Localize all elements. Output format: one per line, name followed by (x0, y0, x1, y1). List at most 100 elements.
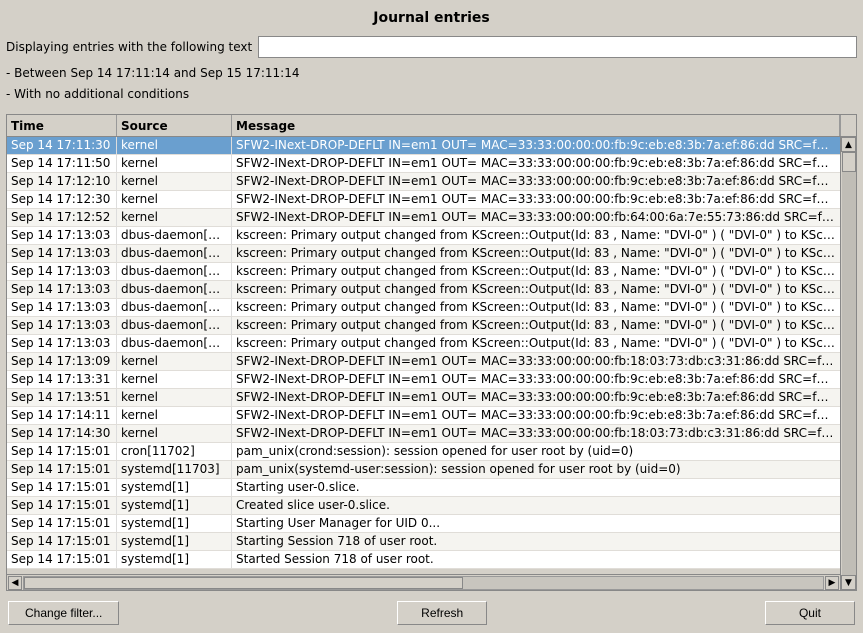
table-body[interactable]: Sep 14 17:11:30kernelSFW2-INext-DROP-DEF… (7, 137, 840, 574)
quit-button[interactable]: Quit (765, 601, 855, 625)
table-header: Time Source Message (7, 115, 856, 137)
table-row[interactable]: Sep 14 17:15:01systemd[1]Starting Sessio… (7, 533, 840, 551)
cell-message: SFW2-INext-DROP-DEFLT IN=em1 OUT= MAC=33… (232, 353, 840, 370)
condition-date: - Between Sep 14 17:11:14 and Sep 15 17:… (6, 64, 857, 83)
footer-bar: Change filter... Refresh Quit (0, 595, 863, 633)
cell-source: systemd[1] (117, 497, 232, 514)
cell-time: Sep 14 17:13:03 (7, 299, 117, 316)
cell-time: Sep 14 17:15:01 (7, 551, 117, 568)
cell-time: Sep 14 17:13:03 (7, 227, 117, 244)
cell-source: cron[11702] (117, 443, 232, 460)
cell-message: SFW2-INext-DROP-DEFLT IN=em1 OUT= MAC=33… (232, 425, 840, 442)
table-row[interactable]: Sep 14 17:13:03dbus-daemon[2149]kscreen:… (7, 299, 840, 317)
cell-message: kscreen: Primary output changed from KSc… (232, 263, 840, 280)
cell-source: dbus-daemon[2149] (117, 263, 232, 280)
table-row[interactable]: Sep 14 17:11:50kernelSFW2-INext-DROP-DEF… (7, 155, 840, 173)
cell-message: SFW2-INext-DROP-DEFLT IN=em1 OUT= MAC=33… (232, 191, 840, 208)
table-row[interactable]: Sep 14 17:13:09kernelSFW2-INext-DROP-DEF… (7, 353, 840, 371)
table-row[interactable]: Sep 14 17:13:03dbus-daemon[2149]kscreen:… (7, 281, 840, 299)
cell-source: kernel (117, 353, 232, 370)
cell-time: Sep 14 17:15:01 (7, 479, 117, 496)
table-row[interactable]: Sep 14 17:13:31kernelSFW2-INext-DROP-DEF… (7, 371, 840, 389)
change-filter-button[interactable]: Change filter... (8, 601, 119, 625)
hscroll-right-button[interactable]: ▶ (825, 576, 839, 590)
table-row[interactable]: Sep 14 17:12:52kernelSFW2-INext-DROP-DEF… (7, 209, 840, 227)
cell-message: Starting Session 718 of user root. (232, 533, 840, 550)
vscroll-header-spacer (840, 115, 856, 136)
table-row[interactable]: Sep 14 17:15:01cron[11702]pam_unix(crond… (7, 443, 840, 461)
table-row[interactable]: Sep 14 17:13:51kernelSFW2-INext-DROP-DEF… (7, 389, 840, 407)
cell-time: Sep 14 17:13:03 (7, 317, 117, 334)
vscroll-up-button[interactable]: ▲ (841, 137, 856, 152)
horizontal-scrollbar[interactable]: ◀ ▶ (7, 574, 840, 590)
cell-time: Sep 14 17:15:01 (7, 515, 117, 532)
conditions-panel: - Between Sep 14 17:11:14 and Sep 15 17:… (0, 62, 863, 108)
cell-message: SFW2-INext-DROP-DEFLT IN=em1 OUT= MAC=33… (232, 137, 840, 154)
cell-source: kernel (117, 389, 232, 406)
cell-message: kscreen: Primary output changed from KSc… (232, 245, 840, 262)
cell-message: SFW2-INext-DROP-DEFLT IN=em1 OUT= MAC=33… (232, 371, 840, 388)
vertical-scrollbar[interactable]: ▲ ▼ (840, 137, 856, 590)
cell-source: dbus-daemon[2149] (117, 317, 232, 334)
cell-source: systemd[1] (117, 533, 232, 550)
cell-time: Sep 14 17:13:03 (7, 335, 117, 352)
page-title: Journal entries (0, 0, 863, 34)
cell-time: Sep 14 17:12:30 (7, 191, 117, 208)
table-row[interactable]: Sep 14 17:14:11kernelSFW2-INext-DROP-DEF… (7, 407, 840, 425)
table-row[interactable]: Sep 14 17:15:01systemd[1]Starting user-0… (7, 479, 840, 497)
vscroll-thumb[interactable] (842, 152, 856, 172)
table-row[interactable]: Sep 14 17:15:01systemd[1]Created slice u… (7, 497, 840, 515)
cell-time: Sep 14 17:13:09 (7, 353, 117, 370)
hscroll-left-button[interactable]: ◀ (8, 576, 22, 590)
cell-message: kscreen: Primary output changed from KSc… (232, 299, 840, 316)
cell-source: kernel (117, 191, 232, 208)
cell-message: Starting user-0.slice. (232, 479, 840, 496)
cell-source: dbus-daemon[2149] (117, 335, 232, 352)
cell-source: dbus-daemon[2149] (117, 299, 232, 316)
col-header-time: Time (7, 115, 117, 136)
table-row[interactable]: Sep 14 17:14:30kernelSFW2-INext-DROP-DEF… (7, 425, 840, 443)
cell-source: kernel (117, 155, 232, 172)
cell-source: kernel (117, 137, 232, 154)
cell-time: Sep 14 17:13:03 (7, 245, 117, 262)
table-row[interactable]: Sep 14 17:12:10kernelSFW2-INext-DROP-DEF… (7, 173, 840, 191)
cell-message: kscreen: Primary output changed from KSc… (232, 335, 840, 352)
cell-source: kernel (117, 173, 232, 190)
cell-message: pam_unix(systemd-user:session): session … (232, 461, 840, 478)
table-row[interactable]: Sep 14 17:13:03dbus-daemon[2149]kscreen:… (7, 317, 840, 335)
cell-source: systemd[1] (117, 479, 232, 496)
table-row[interactable]: Sep 14 17:15:01systemd[1]Started Session… (7, 551, 840, 569)
hscroll-thumb[interactable] (24, 577, 463, 589)
table-row[interactable]: Sep 14 17:15:01systemd[1]Starting User M… (7, 515, 840, 533)
cell-message: kscreen: Primary output changed from KSc… (232, 317, 840, 334)
cell-message: SFW2-INext-DROP-DEFLT IN=em1 OUT= MAC=33… (232, 209, 840, 226)
cell-time: Sep 14 17:12:52 (7, 209, 117, 226)
refresh-button[interactable]: Refresh (397, 601, 487, 625)
cell-message: Started Session 718 of user root. (232, 551, 840, 568)
filter-input[interactable] (258, 36, 857, 58)
cell-source: kernel (117, 209, 232, 226)
cell-source: kernel (117, 425, 232, 442)
filter-label: Displaying entries with the following te… (6, 40, 252, 54)
cell-time: Sep 14 17:15:01 (7, 497, 117, 514)
vscroll-down-button[interactable]: ▼ (841, 575, 856, 590)
cell-time: Sep 14 17:15:01 (7, 533, 117, 550)
table-row[interactable]: Sep 14 17:12:30kernelSFW2-INext-DROP-DEF… (7, 191, 840, 209)
vscroll-track[interactable] (842, 152, 856, 575)
cell-source: systemd[1] (117, 551, 232, 568)
table-row[interactable]: Sep 14 17:11:30kernelSFW2-INext-DROP-DEF… (7, 137, 840, 155)
cell-message: SFW2-INext-DROP-DEFLT IN=em1 OUT= MAC=33… (232, 407, 840, 424)
cell-time: Sep 14 17:14:11 (7, 407, 117, 424)
table-row[interactable]: Sep 14 17:15:01systemd[11703]pam_unix(sy… (7, 461, 840, 479)
table-row[interactable]: Sep 14 17:13:03dbus-daemon[2149]kscreen:… (7, 263, 840, 281)
cell-message: kscreen: Primary output changed from KSc… (232, 281, 840, 298)
table-row[interactable]: Sep 14 17:13:03dbus-daemon[2149]kscreen:… (7, 335, 840, 353)
cell-source: systemd[11703] (117, 461, 232, 478)
cell-time: Sep 14 17:13:03 (7, 281, 117, 298)
cell-source: kernel (117, 371, 232, 388)
table-row[interactable]: Sep 14 17:13:03dbus-daemon[2149]kscreen:… (7, 245, 840, 263)
cell-source: kernel (117, 407, 232, 424)
table-row[interactable]: Sep 14 17:13:03dbus-daemon[2149]kscreen:… (7, 227, 840, 245)
cell-time: Sep 14 17:13:31 (7, 371, 117, 388)
hscroll-track[interactable] (23, 576, 824, 590)
